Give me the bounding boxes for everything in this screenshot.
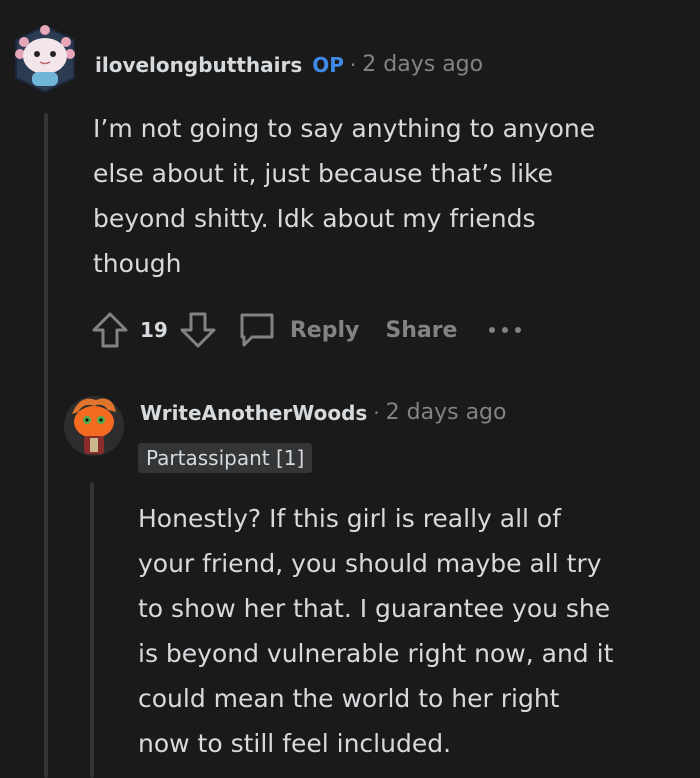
author-name[interactable]: ilovelongbutthairs xyxy=(95,53,302,77)
timestamp[interactable]: 2 days ago xyxy=(386,400,507,425)
user-avatar[interactable] xyxy=(62,390,126,462)
ellipsis-icon[interactable] xyxy=(487,324,523,336)
body-line: could mean the world to her right xyxy=(138,684,560,713)
body-line: now to still feel included. xyxy=(138,729,452,758)
downvote-arrow-icon[interactable] xyxy=(178,310,218,350)
reply-label: Reply xyxy=(289,317,360,343)
share-button[interactable]: Share xyxy=(385,318,457,343)
upvote-arrow-icon[interactable] xyxy=(90,310,130,350)
author-name[interactable]: WriteAnotherWoods xyxy=(140,401,367,425)
op-badge: OP xyxy=(312,52,344,77)
comment-2-body: Honestly? If this girl is really all of … xyxy=(138,496,613,766)
comment-1-actions: 19 Reply Share xyxy=(90,309,523,351)
reply-button[interactable]: Reply xyxy=(236,309,360,351)
body-line: I’m not going to say anything to anyone xyxy=(93,114,596,143)
timestamp[interactable]: 2 days ago xyxy=(362,52,483,77)
body-line: to show her that. I guarantee you she xyxy=(138,594,611,623)
body-line: else about it, just because that’s like xyxy=(93,159,554,188)
body-line: Honestly? If this girl is really all of xyxy=(138,504,562,533)
comment-2-meta: WriteAnotherWoods · 2 days ago xyxy=(140,400,506,425)
comment-1-meta: ilovelongbutthairs OP · 2 days ago xyxy=(95,52,483,77)
separator-dot: · xyxy=(349,52,357,77)
reply-bubble-icon xyxy=(236,309,278,351)
user-avatar[interactable] xyxy=(10,20,80,96)
comment-1-body: I’m not going to say anything to anyone … xyxy=(93,106,595,286)
body-line: your friend, you should maybe all try xyxy=(138,549,602,578)
vote-count: 19 xyxy=(140,318,168,342)
thread-line[interactable] xyxy=(44,113,48,778)
body-line: though xyxy=(93,249,182,278)
body-line: is beyond vulnerable right now, and it xyxy=(138,639,614,668)
user-flair: Partassipant [1] xyxy=(138,443,313,473)
separator-dot: · xyxy=(373,400,380,425)
body-line: beyond shitty. Idk about my friends xyxy=(93,204,536,233)
thread-line[interactable] xyxy=(90,482,94,778)
